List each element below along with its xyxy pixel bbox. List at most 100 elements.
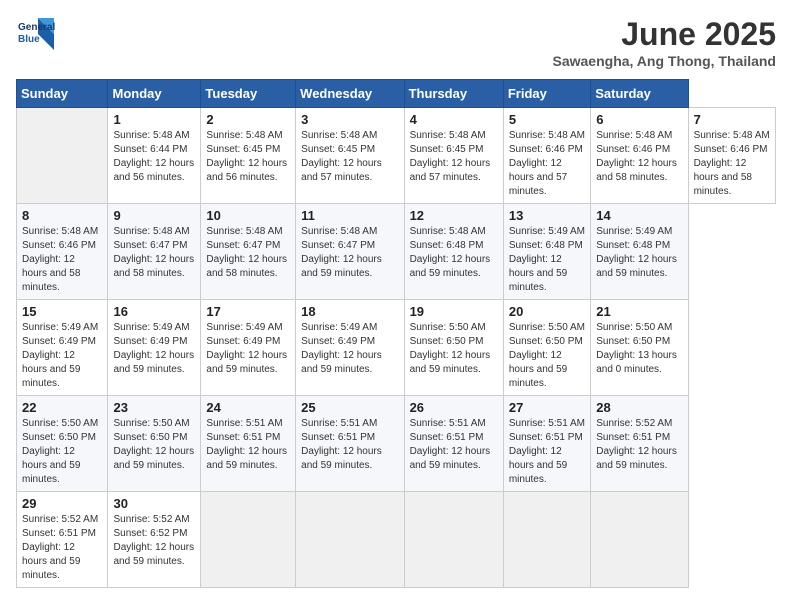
calendar-cell: 25Sunrise: 5:51 AMSunset: 6:51 PMDayligh… — [296, 396, 404, 492]
day-info: Sunrise: 5:52 AMSunset: 6:51 PMDaylight:… — [22, 513, 102, 583]
calendar-cell: 19Sunrise: 5:50 AMSunset: 6:50 PMDayligh… — [404, 300, 503, 396]
day-number: 28 — [596, 400, 682, 415]
day-number: 23 — [113, 400, 195, 415]
logo: General Blue — [16, 16, 60, 52]
header-wednesday: Wednesday — [296, 80, 404, 108]
calendar-cell: 3 Sunrise: 5:48 AMSunset: 6:45 PMDaylight… — [296, 108, 404, 204]
calendar-cell — [17, 108, 108, 204]
header-friday: Friday — [503, 80, 590, 108]
calendar-table: SundayMondayTuesdayWednesdayThursdayFrid… — [16, 79, 776, 588]
title-block: June 2025 Sawaengha, Ang Thong, Thailand — [553, 16, 777, 69]
calendar-week-row: 15Sunrise: 5:49 AMSunset: 6:49 PMDayligh… — [17, 300, 776, 396]
header-sunday: Sunday — [17, 80, 108, 108]
day-info: Sunrise: 5:51 AMSunset: 6:51 PMDaylight:… — [509, 417, 585, 487]
day-info: Sunrise: 5:48 AMSunset: 6:47 PMDaylight:… — [113, 225, 195, 281]
calendar-cell — [591, 492, 688, 588]
calendar-cell: 28Sunrise: 5:52 AMSunset: 6:51 PMDayligh… — [591, 396, 688, 492]
calendar-cell: 30 Sunrise: 5:52 AMSunset: 6:52 PMDayligh… — [108, 492, 201, 588]
day-number: 8 — [22, 208, 102, 223]
header-saturday: Saturday — [591, 80, 688, 108]
page-header: General Blue June 2025 Sawaengha, Ang Th… — [16, 16, 776, 69]
day-info: Sunrise: 5:49 AMSunset: 6:48 PMDaylight:… — [509, 225, 585, 295]
day-info: Sunrise: 5:48 AMSunset: 6:46 PMDaylight:… — [596, 129, 682, 185]
day-info: Sunrise: 5:52 AMSunset: 6:52 PMDaylight:… — [113, 513, 195, 569]
calendar-cell: 24 Sunrise: 5:51 AMSunset: 6:51 PMDayligh… — [201, 396, 296, 492]
calendar-cell: 8 Sunrise: 5:48 AMSunset: 6:46 PMDaylight… — [17, 204, 108, 300]
calendar-week-row: 29Sunrise: 5:52 AMSunset: 6:51 PMDayligh… — [17, 492, 776, 588]
calendar-cell — [296, 492, 404, 588]
logo-icon: General Blue — [16, 16, 56, 52]
calendar-cell: 12Sunrise: 5:48 AMSunset: 6:48 PMDayligh… — [404, 204, 503, 300]
calendar-header-row: SundayMondayTuesdayWednesdayThursdayFrid… — [17, 80, 776, 108]
calendar-cell: 1Sunrise: 5:48 AMSunset: 6:44 PMDaylight… — [108, 108, 201, 204]
day-number: 10 — [206, 208, 290, 223]
day-number: 6 — [596, 112, 682, 127]
day-info: Sunrise: 5:48 AMSunset: 6:45 PMDaylight:… — [206, 129, 290, 185]
calendar-cell: 7 Sunrise: 5:48 AMSunset: 6:46 PMDaylight… — [688, 108, 775, 204]
day-info: Sunrise: 5:48 AMSunset: 6:45 PMDaylight:… — [410, 129, 498, 185]
day-number: 12 — [410, 208, 498, 223]
day-number: 1 — [113, 112, 195, 127]
day-info: Sunrise: 5:48 AMSunset: 6:46 PMDaylight:… — [694, 129, 770, 199]
calendar-cell: 9 Sunrise: 5:48 AMSunset: 6:47 PMDaylight… — [108, 204, 201, 300]
calendar-cell: 29Sunrise: 5:52 AMSunset: 6:51 PMDayligh… — [17, 492, 108, 588]
day-info: Sunrise: 5:48 AMSunset: 6:46 PMDaylight:… — [509, 129, 585, 199]
day-number: 20 — [509, 304, 585, 319]
day-info: Sunrise: 5:49 AMSunset: 6:48 PMDaylight:… — [596, 225, 682, 281]
day-number: 11 — [301, 208, 398, 223]
day-number: 21 — [596, 304, 682, 319]
calendar-cell: 22 Sunrise: 5:50 AMSunset: 6:50 PMDayligh… — [17, 396, 108, 492]
header-thursday: Thursday — [404, 80, 503, 108]
calendar-cell: 10 Sunrise: 5:48 AMSunset: 6:47 PMDayligh… — [201, 204, 296, 300]
day-number: 7 — [694, 112, 770, 127]
day-number: 22 — [22, 400, 102, 415]
calendar-cell — [404, 492, 503, 588]
svg-text:General: General — [18, 22, 55, 33]
day-number: 27 — [509, 400, 585, 415]
day-info: Sunrise: 5:49 AMSunset: 6:49 PMDaylight:… — [113, 321, 195, 377]
calendar-cell: 20 Sunrise: 5:50 AMSunset: 6:50 PMDayligh… — [503, 300, 590, 396]
calendar-cell: 21Sunrise: 5:50 AMSunset: 6:50 PMDayligh… — [591, 300, 688, 396]
calendar-cell: 11Sunrise: 5:48 AMSunset: 6:47 PMDayligh… — [296, 204, 404, 300]
calendar-cell: 27 Sunrise: 5:51 AMSunset: 6:51 PMDayligh… — [503, 396, 590, 492]
calendar-cell: 2Sunrise: 5:48 AMSunset: 6:45 PMDaylight… — [201, 108, 296, 204]
calendar-cell: 26 Sunrise: 5:51 AMSunset: 6:51 PMDayligh… — [404, 396, 503, 492]
day-info: Sunrise: 5:50 AMSunset: 6:50 PMDaylight:… — [22, 417, 102, 487]
header-monday: Monday — [108, 80, 201, 108]
day-number: 14 — [596, 208, 682, 223]
day-info: Sunrise: 5:51 AMSunset: 6:51 PMDaylight:… — [206, 417, 290, 473]
month-title: June 2025 — [553, 16, 777, 53]
day-number: 24 — [206, 400, 290, 415]
calendar-cell: 16 Sunrise: 5:49 AMSunset: 6:49 PMDayligh… — [108, 300, 201, 396]
day-info: Sunrise: 5:50 AMSunset: 6:50 PMDaylight:… — [410, 321, 498, 377]
day-number: 3 — [301, 112, 398, 127]
day-info: Sunrise: 5:48 AMSunset: 6:47 PMDaylight:… — [206, 225, 290, 281]
day-number: 16 — [113, 304, 195, 319]
calendar-cell: 14 Sunrise: 5:49 AMSunset: 6:48 PMDayligh… — [591, 204, 688, 300]
calendar-cell: 6 Sunrise: 5:48 AMSunset: 6:46 PMDaylight… — [591, 108, 688, 204]
calendar-cell: 5 Sunrise: 5:48 AMSunset: 6:46 PMDaylight… — [503, 108, 590, 204]
day-number: 4 — [410, 112, 498, 127]
day-number: 13 — [509, 208, 585, 223]
location-subtitle: Sawaengha, Ang Thong, Thailand — [553, 53, 777, 69]
calendar-cell: 17Sunrise: 5:49 AMSunset: 6:49 PMDayligh… — [201, 300, 296, 396]
calendar-cell: 15Sunrise: 5:49 AMSunset: 6:49 PMDayligh… — [17, 300, 108, 396]
day-info: Sunrise: 5:48 AMSunset: 6:46 PMDaylight:… — [22, 225, 102, 295]
day-info: Sunrise: 5:49 AMSunset: 6:49 PMDaylight:… — [301, 321, 398, 377]
day-info: Sunrise: 5:48 AMSunset: 6:45 PMDaylight:… — [301, 129, 398, 185]
calendar-week-row: 22 Sunrise: 5:50 AMSunset: 6:50 PMDayligh… — [17, 396, 776, 492]
day-info: Sunrise: 5:51 AMSunset: 6:51 PMDaylight:… — [410, 417, 498, 473]
day-info: Sunrise: 5:50 AMSunset: 6:50 PMDaylight:… — [509, 321, 585, 391]
day-number: 9 — [113, 208, 195, 223]
day-number: 5 — [509, 112, 585, 127]
calendar-cell: 18Sunrise: 5:49 AMSunset: 6:49 PMDayligh… — [296, 300, 404, 396]
day-info: Sunrise: 5:49 AMSunset: 6:49 PMDaylight:… — [206, 321, 290, 377]
calendar-cell: 23Sunrise: 5:50 AMSunset: 6:50 PMDayligh… — [108, 396, 201, 492]
day-number: 30 — [113, 496, 195, 511]
calendar-cell: 4 Sunrise: 5:48 AMSunset: 6:45 PMDaylight… — [404, 108, 503, 204]
calendar-week-row: 1Sunrise: 5:48 AMSunset: 6:44 PMDaylight… — [17, 108, 776, 204]
calendar-cell — [201, 492, 296, 588]
day-info: Sunrise: 5:51 AMSunset: 6:51 PMDaylight:… — [301, 417, 398, 473]
day-number: 26 — [410, 400, 498, 415]
header-tuesday: Tuesday — [201, 80, 296, 108]
